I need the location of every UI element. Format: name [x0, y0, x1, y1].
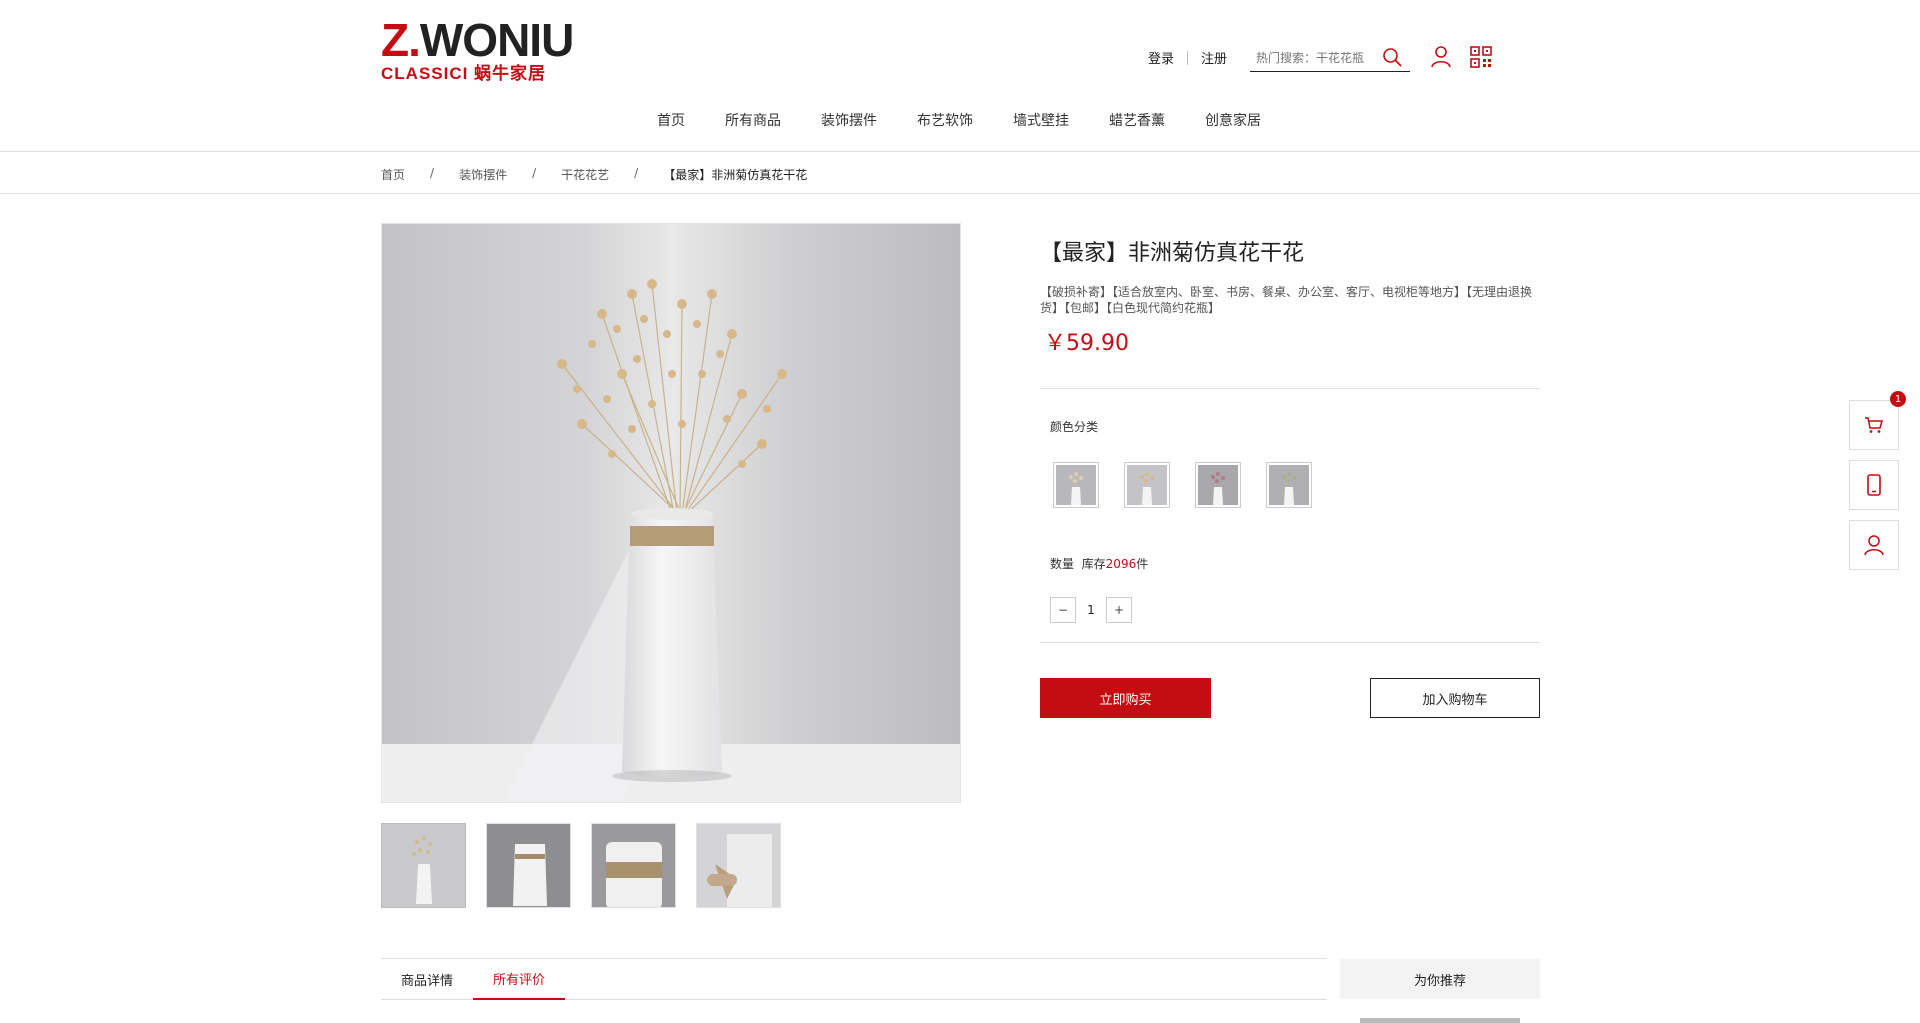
color-swatch[interactable] — [1053, 462, 1099, 508]
color-swatch[interactable] — [1266, 462, 1312, 508]
login-link[interactable]: 登录 — [1148, 48, 1174, 67]
breadcrumb-category[interactable]: 装饰摆件 — [459, 166, 507, 183]
product-page: Z.WONIU CLASSICI 蜗牛家居 登录 注册 首页 所有商品 — [0, 0, 1920, 1023]
breadcrumb-subcategory[interactable]: 干花花艺 — [561, 166, 609, 183]
side-cart-button[interactable] — [1849, 400, 1899, 450]
thumbnail[interactable] — [591, 823, 676, 908]
divider — [1040, 388, 1540, 389]
color-swatch[interactable] — [1124, 462, 1170, 508]
nav-item-all-products[interactable]: 所有商品 — [725, 110, 781, 130]
color-swatch[interactable] — [1195, 462, 1241, 508]
breadcrumb-separator: / — [430, 166, 435, 180]
breadcrumb-separator: / — [634, 166, 639, 180]
thumbnail[interactable] — [696, 823, 781, 908]
add-to-cart-button[interactable]: 加入购物车 — [1370, 678, 1540, 718]
nav-item-creative-home[interactable]: 创意家居 — [1205, 110, 1261, 130]
main-nav: 首页 所有商品 装饰摆件 布艺软饰 墙式壁挂 蜡艺香薰 创意家居 — [657, 110, 1301, 130]
decrease-quantity-button[interactable]: − — [1050, 597, 1076, 623]
tab-all-reviews[interactable]: 所有评价 — [473, 959, 566, 1000]
account-links: 登录 注册 — [1148, 48, 1227, 67]
cart-icon — [1865, 417, 1883, 433]
tab-product-details[interactable]: 商品详情 — [381, 959, 473, 1000]
recommend-item-image[interactable] — [1360, 1018, 1520, 1023]
nav-item-home[interactable]: 首页 — [657, 110, 685, 130]
stock-prefix: 库存 — [1081, 557, 1106, 571]
thumbnail-strip — [381, 823, 781, 908]
nav-item-textiles[interactable]: 布艺软饰 — [917, 110, 973, 130]
thumbnail[interactable] — [381, 823, 466, 908]
product-title: 【最家】非洲菊仿真花干花 — [1040, 241, 1305, 266]
brand-logo[interactable]: Z.WONIU CLASSICI 蜗牛家居 — [381, 14, 574, 84]
logo-subtitle: CLASSICI 蜗牛家居 — [381, 64, 547, 83]
stock-suffix: 件 — [1136, 557, 1149, 571]
side-mobile-button[interactable] — [1849, 460, 1899, 510]
quantity-stock-label: 数量 库存2096件 — [1050, 555, 1148, 572]
breadcrumb-current: 【最家】非洲菊仿真花干花 — [663, 168, 808, 182]
product-price: ￥59.90 — [1044, 331, 1129, 356]
search-icon[interactable] — [1382, 47, 1402, 67]
nav-item-decor[interactable]: 装饰摆件 — [821, 110, 877, 130]
breadcrumb: 首页 / 装饰摆件 / 干花花艺 / 【最家】非洲菊仿真花干花 — [381, 166, 807, 183]
stock-count: 2096 — [1105, 557, 1137, 571]
breadcrumb-home[interactable]: 首页 — [381, 166, 405, 183]
buy-now-button[interactable]: 立即购买 — [1040, 678, 1211, 718]
recommend-heading: 为你推荐 — [1340, 959, 1540, 999]
quantity-value[interactable]: 1 — [1076, 603, 1106, 617]
link-divider — [1187, 50, 1189, 65]
nav-item-candles[interactable]: 蜡艺香薰 — [1109, 110, 1165, 130]
mobile-icon — [1867, 474, 1881, 496]
user-icon[interactable] — [1430, 45, 1452, 69]
nav-item-wall-hangings[interactable]: 墙式壁挂 — [1013, 110, 1069, 130]
divider — [1040, 642, 1540, 643]
header-divider — [0, 151, 1920, 152]
quantity-label: 数量 — [1050, 557, 1075, 571]
product-description: 【破损补寄】【适合放室内、卧室、书房、餐桌、办公室、客厅、电视柜等地方】【无理由… — [1040, 285, 1533, 315]
increase-quantity-button[interactable]: + — [1106, 597, 1132, 623]
search-input[interactable] — [1256, 50, 1376, 65]
breadcrumb-divider — [0, 193, 1920, 194]
side-user-button[interactable] — [1849, 520, 1899, 570]
breadcrumb-separator: / — [532, 166, 537, 180]
product-main-image[interactable] — [381, 223, 961, 803]
qrcode-icon[interactable] — [1470, 45, 1492, 69]
vase-photo — [382, 224, 960, 802]
user-icon — [1864, 535, 1884, 556]
cart-count-badge: 1 — [1890, 391, 1906, 407]
register-link[interactable]: 注册 — [1201, 48, 1227, 67]
color-label: 颜色分类 — [1050, 420, 1099, 434]
quantity-stepper: − 1 + — [1050, 597, 1132, 623]
logo-wordmark: Z.WONIU — [381, 14, 574, 66]
color-options — [1053, 462, 1312, 508]
product-tabs: 商品详情 所有评价 — [381, 958, 1327, 1000]
search-box — [1250, 44, 1410, 72]
thumbnail[interactable] — [486, 823, 571, 908]
